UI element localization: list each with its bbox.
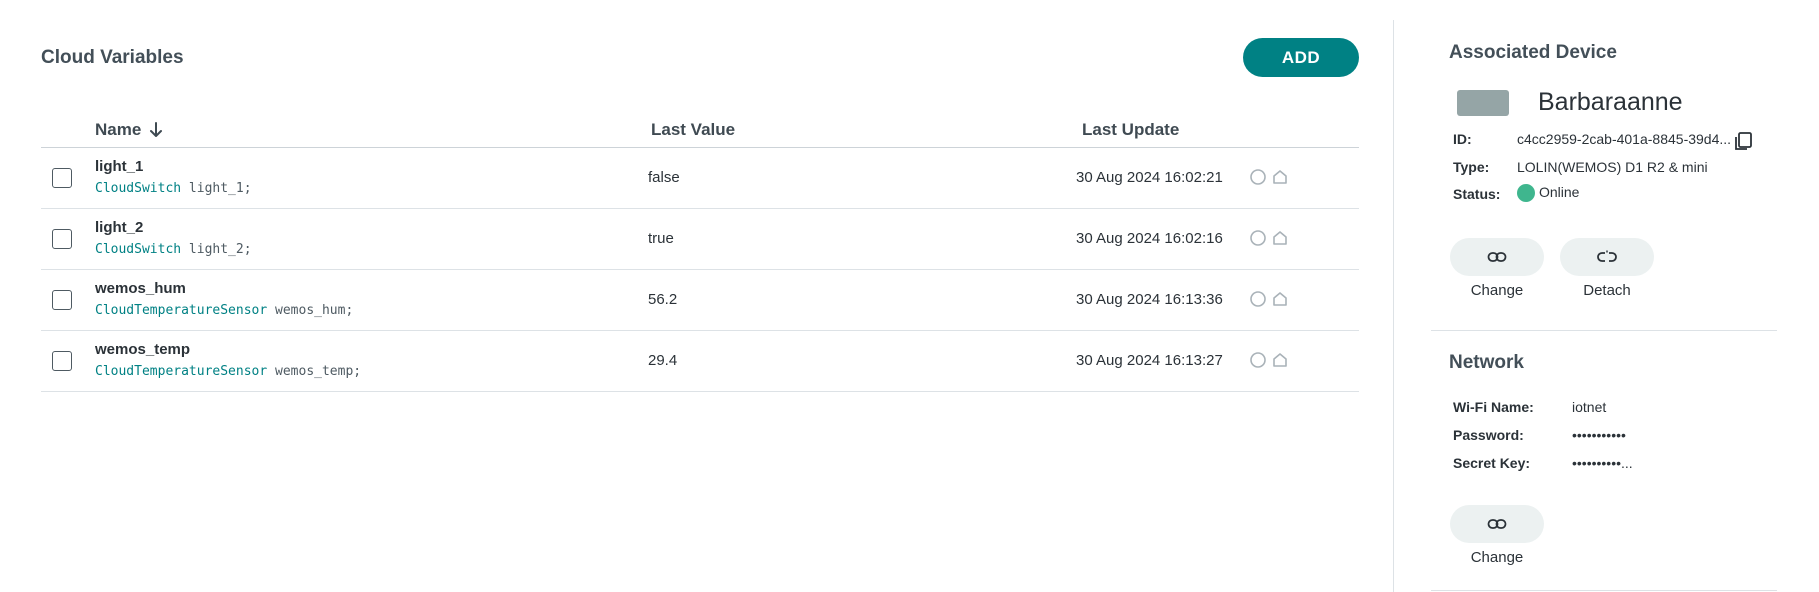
device-type-value: LOLIN(WEMOS) D1 R2 & mini — [1517, 159, 1708, 175]
change-network-button[interactable] — [1450, 505, 1544, 543]
copy-icon[interactable] — [1732, 130, 1754, 152]
wifi-name-value: iotnet — [1572, 399, 1607, 415]
device-status-value: Online — [1517, 184, 1580, 203]
section-divider — [1431, 590, 1777, 591]
row-status-icons — [1249, 229, 1289, 247]
table-row[interactable]: wemos_temp CloudTemperatureSensor wemos_… — [41, 331, 1359, 392]
variable-last-update: 30 Aug 2024 16:13:36 — [1076, 291, 1223, 308]
secret-key-label: Secret Key: — [1453, 455, 1531, 471]
change-device-label: Change — [1470, 282, 1524, 299]
unlink-icon — [1597, 250, 1617, 262]
device-status-label: Status: — [1453, 186, 1501, 202]
associated-device-title: Associated Device — [1449, 42, 1617, 63]
change-device-button[interactable] — [1450, 238, 1544, 276]
change-network-label: Change — [1470, 549, 1524, 566]
threshold-icon — [1273, 292, 1287, 306]
sort-arrow-down-icon — [150, 122, 163, 137]
row-checkbox[interactable] — [52, 290, 72, 310]
table-row[interactable]: light_1 CloudSwitch light_1; false 30 Au… — [41, 148, 1359, 209]
variable-name[interactable]: light_2 — [95, 219, 143, 236]
variable-last-value: false — [648, 169, 680, 186]
device-board-icon — [1455, 90, 1511, 116]
variable-decl-name: wemos_hum; — [267, 303, 354, 318]
row-status-icons — [1249, 351, 1289, 369]
variable-name[interactable]: light_1 — [95, 158, 143, 175]
device-id-value: c4cc2959-2cab-401a-8845-39d4... — [1517, 131, 1732, 147]
row-status-icons — [1249, 168, 1289, 186]
table-row[interactable]: wemos_hum CloudTemperatureSensor wemos_h… — [41, 270, 1359, 331]
variable-decl-name: light_1; — [181, 181, 252, 196]
variable-declaration: CloudSwitch light_2; — [95, 242, 252, 257]
variable-decl-name: wemos_temp; — [267, 364, 362, 379]
variable-type: CloudTemperatureSensor — [95, 303, 268, 318]
variable-last-value: true — [648, 230, 674, 247]
detach-device-label: Detach — [1583, 282, 1631, 299]
variable-declaration: CloudTemperatureSensor wemos_hum; — [95, 303, 353, 318]
sync-circle-icon — [1250, 230, 1266, 246]
device-type-label: Type: — [1453, 159, 1490, 175]
link-icon — [1487, 252, 1507, 262]
row-checkbox[interactable] — [52, 351, 72, 371]
variable-declaration: CloudSwitch light_1; — [95, 181, 252, 196]
wifi-name-label: Wi-Fi Name: — [1453, 399, 1534, 415]
variable-type: CloudSwitch — [95, 181, 182, 196]
column-name-label: Name — [95, 120, 142, 139]
device-type-row: Type: LOLIN(WEMOS) D1 R2 & mini — [1453, 159, 1708, 175]
online-status-dot — [1517, 184, 1535, 203]
add-variable-button[interactable]: ADD — [1243, 38, 1359, 77]
table-row[interactable]: light_2 CloudSwitch light_2; true 30 Aug… — [41, 209, 1359, 270]
variable-last-update: 30 Aug 2024 16:02:21 — [1076, 169, 1223, 186]
sync-circle-icon — [1250, 352, 1266, 368]
variable-name[interactable]: wemos_temp — [95, 341, 190, 358]
password-value: ••••••••••• — [1572, 427, 1626, 443]
thing-setup-sidebar: Associated Device Barbaraanne ID: c4cc29… — [1431, 0, 1781, 592]
variable-last-value: 29.4 — [648, 352, 678, 369]
device-id-label: ID: — [1453, 131, 1472, 147]
variable-name[interactable]: wemos_hum — [95, 280, 186, 297]
threshold-icon — [1273, 231, 1287, 245]
column-last-value-header[interactable]: Last Value — [651, 120, 735, 140]
threshold-icon — [1273, 170, 1287, 184]
variable-last-value: 56.2 — [648, 291, 678, 308]
detach-device-button[interactable] — [1560, 238, 1654, 276]
password-label: Password: — [1453, 427, 1524, 443]
sync-circle-icon — [1250, 169, 1266, 185]
panel-divider — [1393, 20, 1394, 592]
row-status-icons — [1249, 290, 1289, 308]
network-title: Network — [1449, 352, 1524, 373]
secret-key-value: ••••••••••... — [1572, 455, 1633, 471]
row-checkbox[interactable] — [52, 168, 72, 188]
device-id-row: ID: c4cc2959-2cab-401a-8845-39d4... — [1453, 131, 1731, 147]
variable-decl-name: light_2; — [181, 242, 252, 257]
secret-key-row: Secret Key: ••••••••••... — [1453, 455, 1633, 471]
threshold-icon — [1273, 353, 1287, 367]
variable-declaration: CloudTemperatureSensor wemos_temp; — [95, 364, 361, 379]
device-status-row: Status: Online — [1453, 184, 1579, 203]
column-name-header[interactable]: Name — [95, 120, 163, 140]
sync-circle-icon — [1250, 291, 1266, 307]
variable-last-update: 30 Aug 2024 16:13:27 — [1076, 352, 1223, 369]
panel-title: Cloud Variables — [41, 47, 184, 68]
column-last-update-header[interactable]: Last Update — [1082, 120, 1179, 140]
variables-table: Name Last Value Last Update light_1 Clou… — [41, 116, 1359, 392]
link-icon — [1487, 519, 1507, 529]
variable-last-update: 30 Aug 2024 16:02:16 — [1076, 230, 1223, 247]
cloud-variables-panel: Cloud Variables ADD Name Last Value Last… — [41, 0, 1359, 592]
status-text: Online — [1539, 184, 1580, 200]
variable-type: CloudTemperatureSensor — [95, 364, 268, 379]
table-header: Name Last Value Last Update — [41, 116, 1359, 148]
password-row: Password: ••••••••••• — [1453, 427, 1626, 443]
wifi-name-row: Wi-Fi Name: iotnet — [1453, 399, 1606, 415]
section-divider — [1431, 330, 1777, 331]
row-checkbox[interactable] — [52, 229, 72, 249]
variable-type: CloudSwitch — [95, 242, 182, 257]
device-name: Barbaraanne — [1538, 88, 1683, 116]
